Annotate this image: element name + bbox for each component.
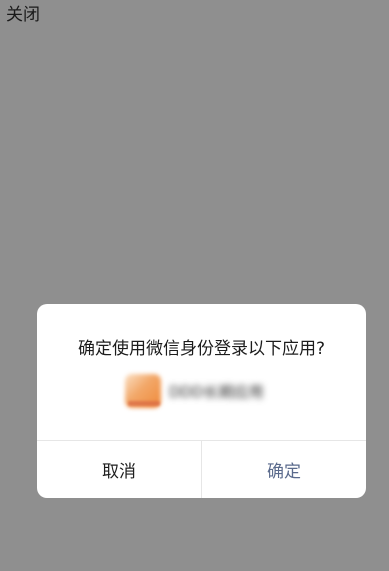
confirm-button[interactable]: 确定 (202, 441, 366, 498)
app-name: DDD长期应用 (169, 383, 264, 401)
dialog-actions: 取消 确定 (37, 440, 366, 498)
dialog-title: 确定使用微信身份登录以下应用? (77, 339, 326, 359)
dialog-body: 确定使用微信身份登录以下应用? DDD长期应用 (37, 304, 366, 440)
cancel-button[interactable]: 取消 (37, 441, 202, 498)
close-link[interactable]: 关闭 (6, 4, 40, 26)
login-confirm-dialog: 确定使用微信身份登录以下应用? DDD长期应用 取消 确定 (37, 304, 366, 498)
app-icon-caption (128, 401, 160, 406)
